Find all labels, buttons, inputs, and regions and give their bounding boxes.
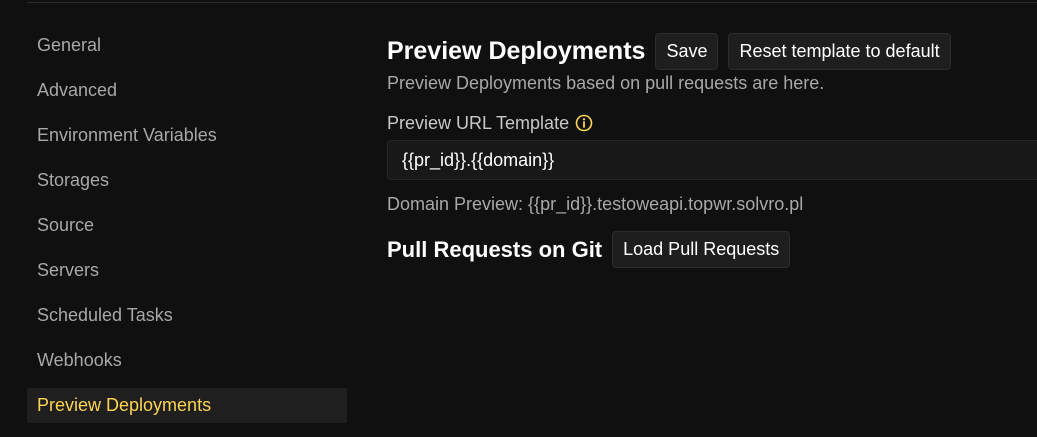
settings-sidebar: General Advanced Environment Variables S… xyxy=(27,28,347,433)
sidebar-item-webhooks[interactable]: Webhooks xyxy=(27,343,347,378)
page-title: Preview Deployments xyxy=(387,37,646,65)
page-subtitle: Preview Deployments based on pull reques… xyxy=(387,73,825,93)
domain-preview: Domain Preview: {{pr_id}}.testoweapi.top… xyxy=(387,194,804,214)
top-divider xyxy=(27,2,1037,3)
url-template-input[interactable]: {{pr_id}}.{{domain}} xyxy=(387,140,1037,180)
sidebar-item-storages[interactable]: Storages xyxy=(27,163,347,198)
sidebar-item-servers[interactable]: Servers xyxy=(27,253,347,288)
info-icon[interactable] xyxy=(575,114,593,132)
heading-row: Preview Deployments Save Reset template … xyxy=(387,33,1037,70)
reset-template-button[interactable]: Reset template to default xyxy=(728,33,951,70)
sidebar-item-environment-variables[interactable]: Environment Variables xyxy=(27,118,347,153)
sidebar-item-scheduled-tasks[interactable]: Scheduled Tasks xyxy=(27,298,347,333)
save-button[interactable]: Save xyxy=(655,33,719,70)
sidebar-item-general[interactable]: General xyxy=(27,28,347,63)
pull-requests-title: Pull Requests on Git xyxy=(387,236,603,262)
sidebar-item-advanced[interactable]: Advanced xyxy=(27,73,347,108)
url-template-label: Preview URL Template xyxy=(387,112,570,133)
sidebar-item-preview-deployments[interactable]: Preview Deployments xyxy=(27,388,347,423)
app-root: General Advanced Environment Variables S… xyxy=(0,0,1037,437)
pull-requests-row: Pull Requests on Git Load Pull Requests xyxy=(387,231,1037,268)
load-pull-requests-button[interactable]: Load Pull Requests xyxy=(612,231,791,268)
sidebar-item-source[interactable]: Source xyxy=(27,208,347,243)
main-panel: Preview Deployments Save Reset template … xyxy=(387,33,1037,268)
url-template-label-row: Preview URL Template xyxy=(387,112,1037,134)
